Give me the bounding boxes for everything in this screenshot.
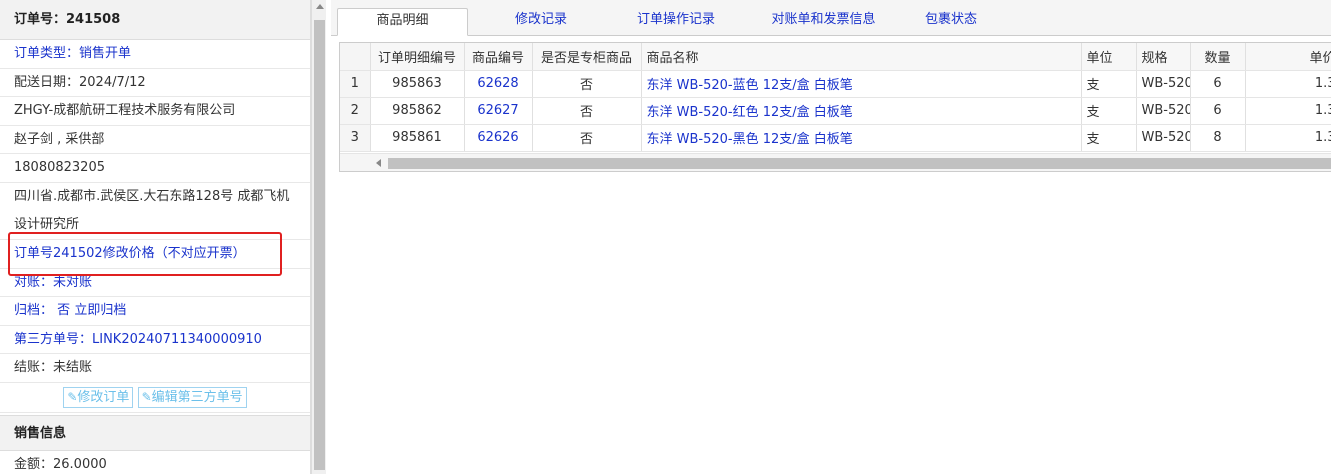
archive-value: 否	[57, 303, 71, 319]
tab-operation-log[interactable]: 订单操作记录	[621, 8, 731, 36]
table-row[interactable]: 1 985863 62628 否 东洋 WB-520-蓝色 12支/盒 白板笔 …	[340, 70, 1331, 98]
cell-unit: 支	[1081, 70, 1137, 98]
cell-qty: 8	[1190, 124, 1246, 152]
order-number-header: 订单号：241508	[0, 0, 310, 40]
cell-price: 1.3	[1245, 70, 1331, 98]
tab-modify-log[interactable]: 修改记录	[491, 8, 591, 36]
col-header-cabinet[interactable]: 是否是专柜商品	[532, 43, 642, 71]
cell-detail-no: 985863	[370, 70, 465, 98]
grid-horizontal-scrollbar[interactable]	[340, 153, 1331, 171]
col-header-price[interactable]: 单价	[1245, 43, 1331, 71]
tab-statement-invoice[interactable]: 对账单和发票信息	[751, 8, 896, 36]
col-header-product-no[interactable]: 商品编号	[464, 43, 533, 71]
cell-unit: 支	[1081, 124, 1137, 152]
left-panel-scrollbar[interactable]	[311, 0, 326, 474]
cell-detail-no: 985861	[370, 124, 465, 152]
edit-order-label: 修改订单	[77, 389, 130, 405]
col-header-qty[interactable]: 数量	[1190, 43, 1246, 71]
order-remark: 订单号241502修改价格（不对应开票）	[0, 240, 310, 269]
delivery-date: 配送日期：2024/7/12	[0, 69, 310, 98]
edit-order-button[interactable]: ✎修改订单	[63, 386, 134, 408]
action-buttons: ✎修改订单 ✎编辑第三方单号	[0, 383, 310, 413]
cell-spec: WB-520-	[1136, 70, 1191, 98]
row-index: 3	[340, 124, 371, 152]
col-header-index	[340, 43, 371, 71]
row-index: 1	[340, 70, 371, 98]
settle-status: 结账：未结账	[0, 354, 310, 383]
pencil-icon: ✎	[67, 389, 78, 404]
product-table: 订单明细编号 商品编号 是否是专柜商品 商品名称 单位 规格 数量 单价 1 9…	[340, 43, 1331, 152]
pencil-icon: ✎	[141, 389, 152, 404]
archive-status: 归档： 否 立即归档	[0, 297, 310, 326]
col-header-detail-no[interactable]: 订单明细编号	[370, 43, 465, 71]
cell-price: 1.3	[1245, 97, 1331, 125]
scrollbar-thumb[interactable]	[388, 158, 1331, 169]
col-header-product-name[interactable]: 商品名称	[641, 43, 1082, 71]
company-name: ZHGY-成都航研工程技术服务有限公司	[0, 97, 310, 126]
col-header-unit[interactable]: 单位	[1081, 43, 1137, 71]
table-header-row: 订单明细编号 商品编号 是否是专柜商品 商品名称 单位 规格 数量 单价	[340, 43, 1331, 71]
table-row[interactable]: 3 985861 62626 否 东洋 WB-520-黑色 12支/盒 白板笔 …	[340, 124, 1331, 152]
tab-product-detail[interactable]: 商品明细	[337, 8, 468, 36]
cell-price: 1.3	[1245, 124, 1331, 152]
cell-qty: 6	[1190, 70, 1246, 98]
archive-label: 归档：	[14, 303, 54, 319]
arrow-left-icon[interactable]	[376, 159, 381, 167]
cell-product-no-link[interactable]: 62628	[464, 70, 533, 98]
tab-bar: 商品明细 修改记录 订单操作记录 对账单和发票信息 包裹状态	[331, 0, 1331, 36]
archive-now-link[interactable]: 立即归档	[74, 303, 126, 318]
cell-product-name-link[interactable]: 东洋 WB-520-黑色 12支/盒 白板笔	[641, 124, 1082, 152]
cell-unit: 支	[1081, 97, 1137, 125]
row-index: 2	[340, 97, 371, 125]
cell-qty: 6	[1190, 97, 1246, 125]
product-grid: 订单明细编号 商品编号 是否是专柜商品 商品名称 单位 规格 数量 单价 1 9…	[339, 42, 1331, 172]
cell-spec: WB-520-	[1136, 97, 1191, 125]
order-info-panel: 订单号：241508 订单类型：销售开单 配送日期：2024/7/12 ZHGY…	[0, 0, 311, 474]
edit-third-party-button[interactable]: ✎编辑第三方单号	[137, 386, 247, 408]
cell-cabinet: 否	[532, 124, 642, 152]
cell-spec: WB-520-	[1136, 124, 1191, 152]
third-party-order-no: 第三方单号：LINK20240711340000910	[0, 326, 310, 355]
table-row[interactable]: 2 985862 62627 否 东洋 WB-520-红色 12支/盒 白板笔 …	[340, 97, 1331, 125]
cell-product-no-link[interactable]: 62627	[464, 97, 533, 125]
sales-info-header: 销售信息	[0, 414, 310, 451]
col-header-spec[interactable]: 规格	[1136, 43, 1191, 71]
scrollbar-thumb[interactable]	[314, 20, 325, 470]
delivery-address: 四川省.成都市.武侯区.大石东路128号 成都飞机设计研究所	[0, 183, 310, 240]
order-type: 订单类型：销售开单	[0, 40, 310, 69]
tab-package-status[interactable]: 包裹状态	[911, 8, 991, 36]
amount: 金额：26.0000	[0, 451, 310, 474]
phone-number: 18080823205	[0, 154, 310, 183]
order-detail-panel: 商品明细 修改记录 订单操作记录 对账单和发票信息 包裹状态 订单明细编号 商品…	[331, 0, 1331, 474]
cell-cabinet: 否	[532, 70, 642, 98]
cell-product-name-link[interactable]: 东洋 WB-520-红色 12支/盒 白板笔	[641, 97, 1082, 125]
cell-product-name-link[interactable]: 东洋 WB-520-蓝色 12支/盒 白板笔	[641, 70, 1082, 98]
contact-person: 赵子剑 , 采供部	[0, 126, 310, 155]
edit-third-party-label: 编辑第三方单号	[151, 389, 243, 405]
reconcile-status: 对账：未对账	[0, 269, 310, 298]
cell-detail-no: 985862	[370, 97, 465, 125]
cell-cabinet: 否	[532, 97, 642, 125]
arrow-up-icon[interactable]	[316, 4, 324, 9]
cell-product-no-link[interactable]: 62626	[464, 124, 533, 152]
